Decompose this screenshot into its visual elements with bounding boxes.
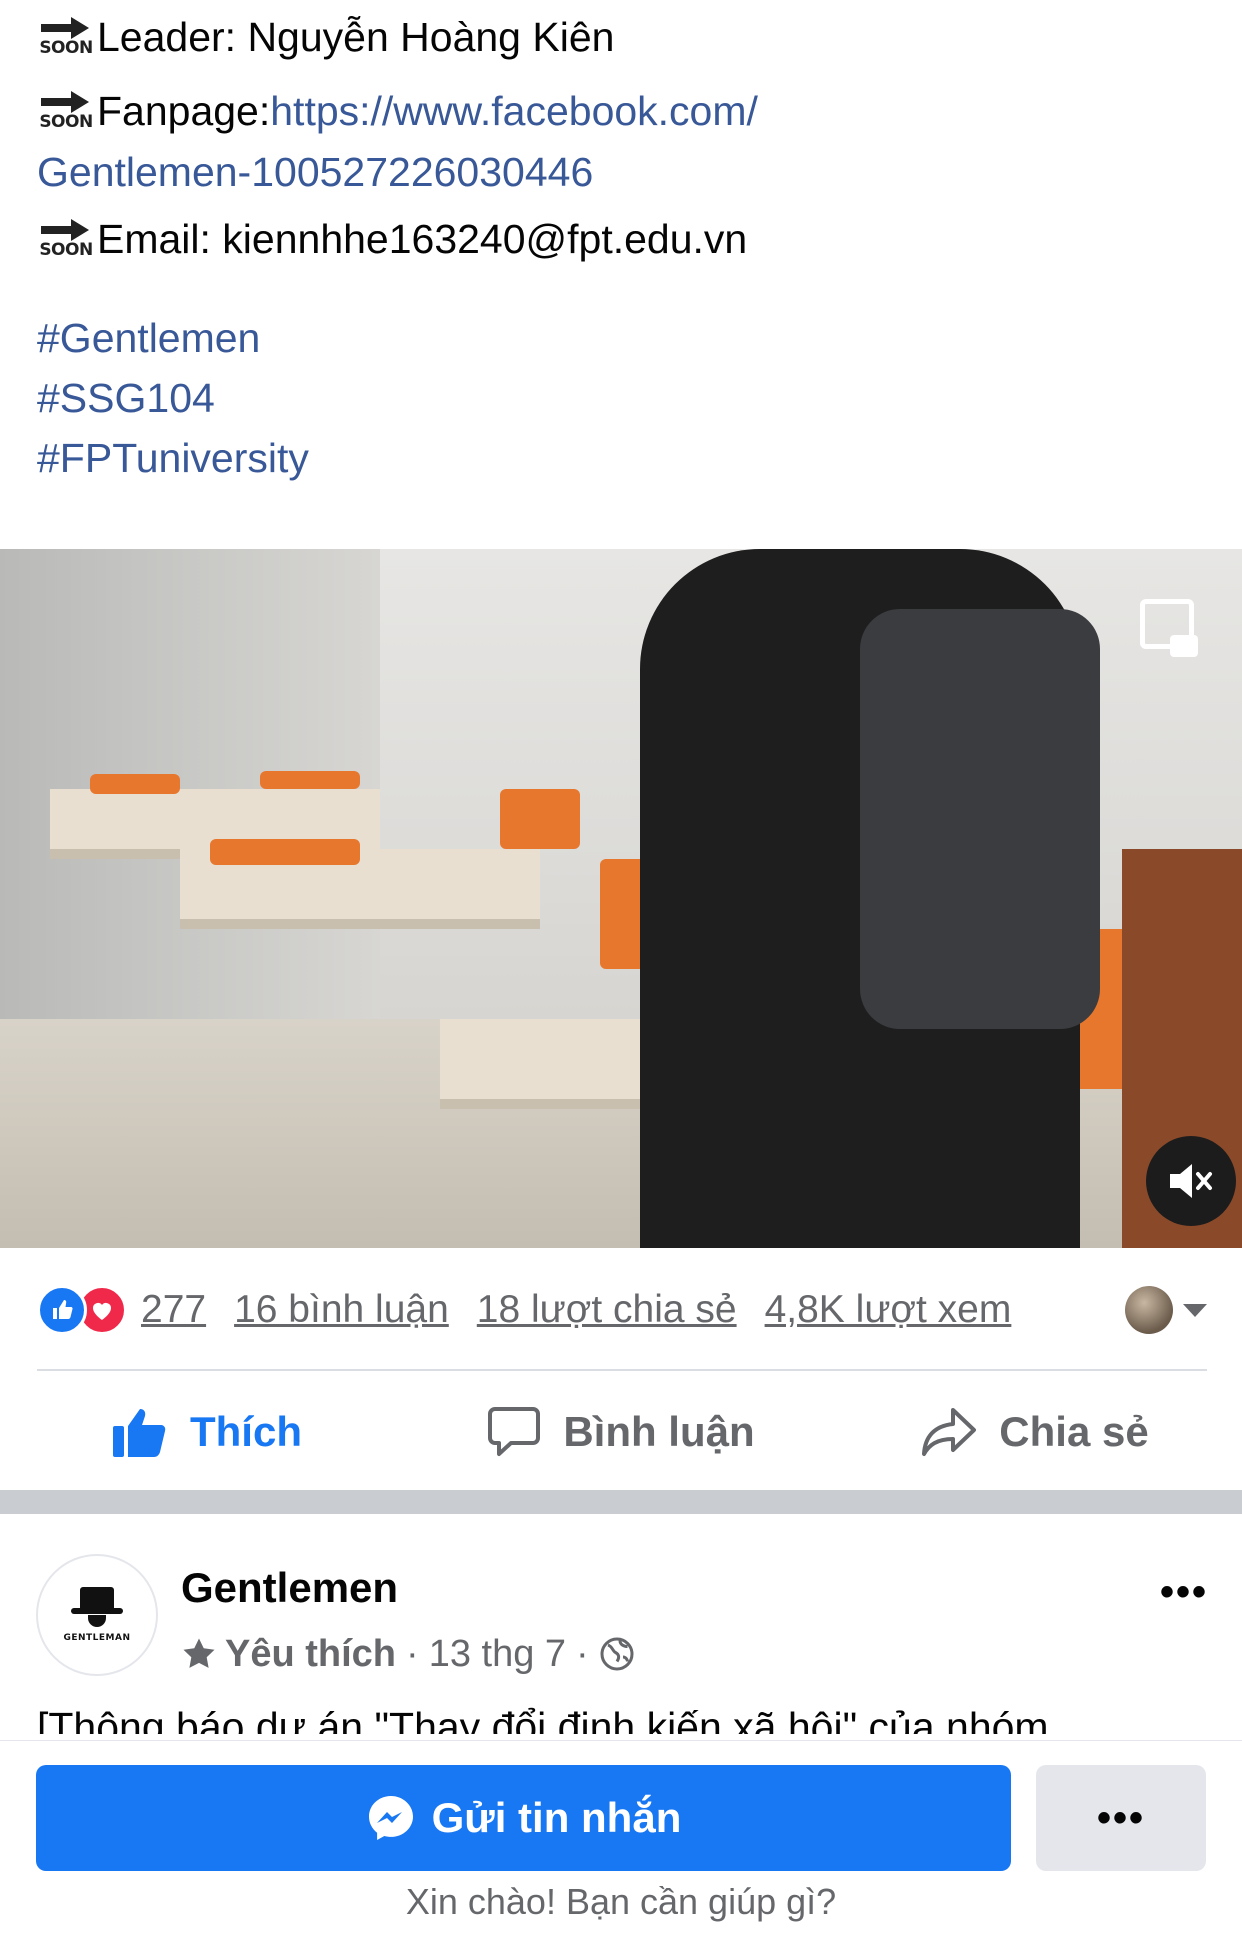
reaction-count[interactable]: 277 xyxy=(141,1288,206,1332)
avatar xyxy=(1125,1286,1173,1334)
post-stats: 277 16 bình luận 18 lượt chia sẻ 4,8K lư… xyxy=(37,1280,1207,1340)
next-post: GENTLEMAN Gentlemen Yêu thích · 13 thg 7… xyxy=(0,1514,1242,1734)
post-text: SOON Leader: Nguyễn Hoàng Kiên SOON Fanp… xyxy=(37,0,1207,488)
share-count[interactable]: 18 lượt chia sẻ xyxy=(477,1288,737,1332)
email-line: SOON Email: kiennhhe163240@fpt.edu.vn xyxy=(37,202,1207,276)
send-message-label: Gửi tin nhắn xyxy=(431,1794,682,1841)
favorite-label[interactable]: Yêu thích xyxy=(225,1633,396,1676)
soon-arrow-icon: SOON xyxy=(37,91,95,131)
view-count[interactable]: 4,8K lượt xem xyxy=(765,1288,1012,1332)
post-actions: Thích Bình luận Chia sẻ xyxy=(0,1378,1242,1486)
more-options-icon[interactable]: ••• xyxy=(1160,1570,1208,1615)
globe-icon xyxy=(600,1637,634,1671)
like-button[interactable]: Thích xyxy=(0,1378,414,1486)
fanpage-link-part2[interactable]: Gentlemen-100527226030446 xyxy=(37,144,1207,200)
hashtag-fptuniversity[interactable]: #FPTuniversity xyxy=(37,428,1207,488)
email-text: Email: kiennhhe163240@fpt.edu.vn xyxy=(97,216,748,262)
messenger-icon xyxy=(368,1796,413,1840)
star-icon xyxy=(183,1638,215,1668)
fanpage-line: SOON Fanpage: https://www.facebook.com/ … xyxy=(37,78,1207,200)
comment-label: Bình luận xyxy=(563,1408,755,1455)
post-separator xyxy=(0,1490,1242,1514)
fanpage-label: Fanpage: xyxy=(97,88,271,134)
picture-in-picture-icon[interactable] xyxy=(1140,599,1198,657)
speaker-muted-icon[interactable] xyxy=(1146,1136,1236,1226)
like-label: Thích xyxy=(190,1408,302,1455)
page-avatar[interactable]: GENTLEMAN xyxy=(36,1554,158,1676)
more-button[interactable]: ••• xyxy=(1036,1765,1206,1871)
hashtag-list: #Gentlemen #SSG104 #FPTuniversity xyxy=(37,308,1207,488)
facebook-post-page: SOON Leader: Nguyễn Hoàng Kiên SOON Fanp… xyxy=(0,0,1242,1945)
page-name[interactable]: Gentlemen xyxy=(181,1564,398,1612)
top-hat-logo-icon xyxy=(71,1587,123,1614)
reaction-icons[interactable] xyxy=(37,1285,127,1335)
audience-selector[interactable] xyxy=(1125,1286,1207,1334)
logo-text: GENTLEMAN xyxy=(63,1633,131,1643)
greeting-text: Xin chào! Bạn cần giúp gì? xyxy=(405,1881,837,1922)
hashtag-ssg104[interactable]: #SSG104 xyxy=(37,368,1207,428)
comment-bubble-icon xyxy=(488,1407,541,1456)
thumbs-up-icon xyxy=(113,1409,166,1457)
bottom-action-bar: Gửi tin nhắn ••• Xin chào! Bạn cần giúp … xyxy=(0,1740,1242,1945)
hashtag-gentlemen[interactable]: #Gentlemen xyxy=(37,308,1207,368)
post-meta: Yêu thích · 13 thg 7 · xyxy=(181,1626,635,1682)
divider xyxy=(37,1369,1207,1371)
share-button[interactable]: Chia sẻ xyxy=(828,1378,1242,1486)
soon-arrow-icon: SOON xyxy=(37,17,95,57)
soon-arrow-icon: SOON xyxy=(37,219,95,259)
comment-count[interactable]: 16 bình luận xyxy=(234,1288,449,1332)
leader-line: SOON Leader: Nguyễn Hoàng Kiên xyxy=(37,0,1207,74)
share-arrow-icon xyxy=(922,1408,977,1456)
post-date[interactable]: 13 thg 7 xyxy=(429,1633,566,1676)
comment-button[interactable]: Bình luận xyxy=(414,1378,828,1486)
share-label: Chia sẻ xyxy=(999,1408,1149,1455)
send-message-button[interactable]: Gửi tin nhắn xyxy=(36,1765,1011,1871)
post-preview-text: [Thông báo dự án "Thay đổi định kiến xã … xyxy=(37,1704,1049,1734)
fanpage-link-part1[interactable]: https://www.facebook.com/ xyxy=(270,80,758,142)
leader-text: Leader: Nguyễn Hoàng Kiên xyxy=(97,14,615,60)
post-video[interactable] xyxy=(0,549,1242,1248)
chevron-down-icon xyxy=(1183,1303,1207,1317)
like-reaction-icon xyxy=(37,1285,87,1335)
